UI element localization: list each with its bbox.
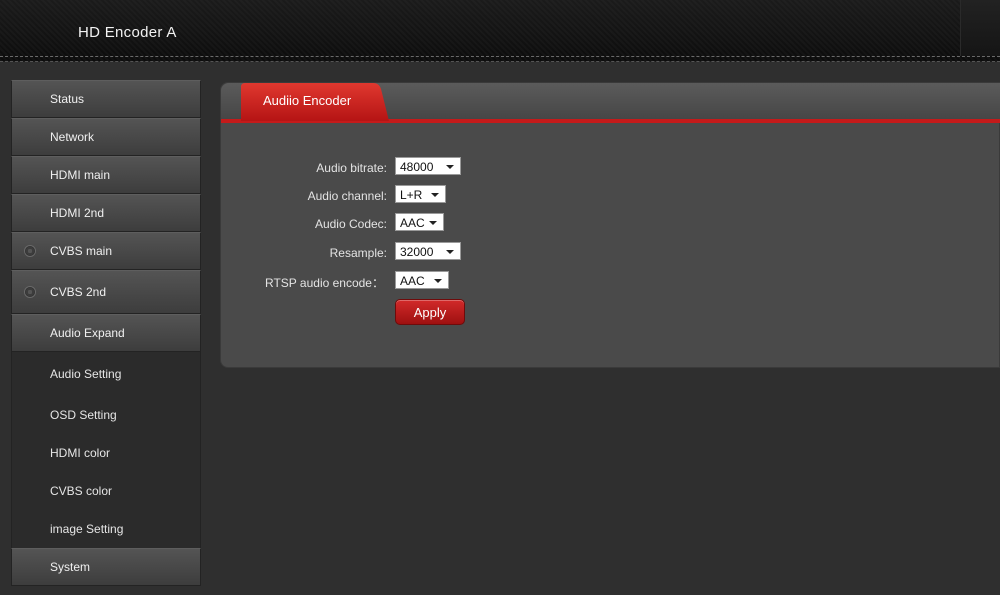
form-row-resample: Resample: — [220, 243, 387, 263]
field-label: Audio channel: — [307, 189, 387, 203]
tab-audio-encoder[interactable]: Audiio Encoder — [241, 83, 389, 121]
sidebar-item-audio-expand[interactable]: Audio Expand — [11, 314, 201, 352]
sidebar-item-hdmi-main[interactable]: HDMI main — [11, 156, 201, 194]
sidebar-item-label: CVBS color — [50, 484, 113, 498]
field-label: RTSP audio encode： — [265, 276, 384, 290]
sidebar-item-system[interactable]: System — [11, 548, 201, 586]
sidebar-item-label: HDMI main — [50, 168, 111, 182]
radio-bullet-icon — [24, 245, 36, 257]
select-value: AAC — [400, 274, 425, 288]
sidebar-item-label: Audio Expand — [50, 326, 125, 340]
sidebar-item-label: CVBS 2nd — [50, 285, 107, 299]
sidebar-item-label: System — [50, 560, 91, 574]
tab-label: Audiio Encoder — [263, 93, 352, 108]
sidebar-item-cvbs-main[interactable]: CVBS main — [11, 232, 201, 270]
select-value: AAC — [400, 216, 425, 230]
sidebar-item-cvbs-2nd[interactable]: CVBS 2nd — [11, 270, 201, 314]
field-label: Resample: — [329, 246, 387, 260]
sidebar-item-hdmi-2nd[interactable]: HDMI 2nd — [11, 194, 201, 232]
form-row-audio-bitrate: Audio bitrate: — [220, 158, 387, 178]
sidebar-item-label: OSD Setting — [50, 408, 117, 422]
rtsp-audio-encode-select[interactable]: AAC — [395, 271, 449, 289]
field-label: Audio bitrate: — [316, 161, 387, 175]
sidebar-item-label: Status — [50, 92, 85, 106]
sidebar-item-label: HDMI 2nd — [50, 206, 105, 220]
select-value: L+R — [400, 188, 423, 202]
select-value: 48000 — [400, 160, 434, 174]
sidebar-item-label: Network — [50, 130, 95, 144]
resample-select[interactable]: 32000 — [395, 242, 461, 260]
chevron-down-icon — [431, 193, 439, 197]
sidebar-subitem-cvbs-color[interactable]: CVBS color — [11, 472, 201, 510]
chevron-down-icon — [434, 279, 442, 283]
audio-bitrate-select[interactable]: 48000 — [395, 157, 461, 175]
apply-button[interactable]: Apply — [395, 299, 465, 325]
app-title: HD Encoder A — [78, 24, 177, 41]
form-row-audio-channel: Audio channel: — [220, 186, 387, 206]
audio-channel-select[interactable]: L+R — [395, 185, 446, 203]
select-value: 32000 — [400, 245, 434, 259]
header-stitch-divider — [0, 56, 1000, 57]
sidebar-subitem-image-setting[interactable]: image Setting — [11, 510, 201, 548]
field-label: Audio Codec: — [314, 217, 387, 231]
sidebar-item-label: HDMI color — [50, 446, 111, 460]
sidebar-item-label: CVBS main — [50, 244, 113, 258]
sidebar-subitem-osd-setting[interactable]: OSD Setting — [11, 396, 201, 434]
header-corner — [960, 0, 1000, 56]
chevron-down-icon — [446, 165, 454, 169]
form-row-audio-codec: Audio Codec: — [220, 214, 387, 234]
sidebar-nav: Status Network HDMI main HDMI 2nd CVBS m… — [11, 80, 201, 586]
sidebar-item-label: image Setting — [50, 522, 124, 536]
audio-codec-select[interactable]: AAC — [395, 213, 444, 231]
chevron-down-icon — [429, 221, 437, 225]
radio-bullet-icon — [24, 286, 36, 298]
form-row-rtsp-audio-encode: RTSP audio encode： — [220, 271, 384, 291]
sidebar-item-label: Audio Setting — [50, 367, 122, 381]
chevron-down-icon — [446, 250, 454, 254]
sidebar-item-status[interactable]: Status — [11, 80, 201, 118]
sidebar-item-network[interactable]: Network — [11, 118, 201, 156]
sidebar-subitem-audio-setting[interactable]: Audio Setting — [11, 352, 201, 396]
sidebar-subitem-hdmi-color[interactable]: HDMI color — [11, 434, 201, 472]
header-bar: HD Encoder A — [0, 0, 1000, 62]
